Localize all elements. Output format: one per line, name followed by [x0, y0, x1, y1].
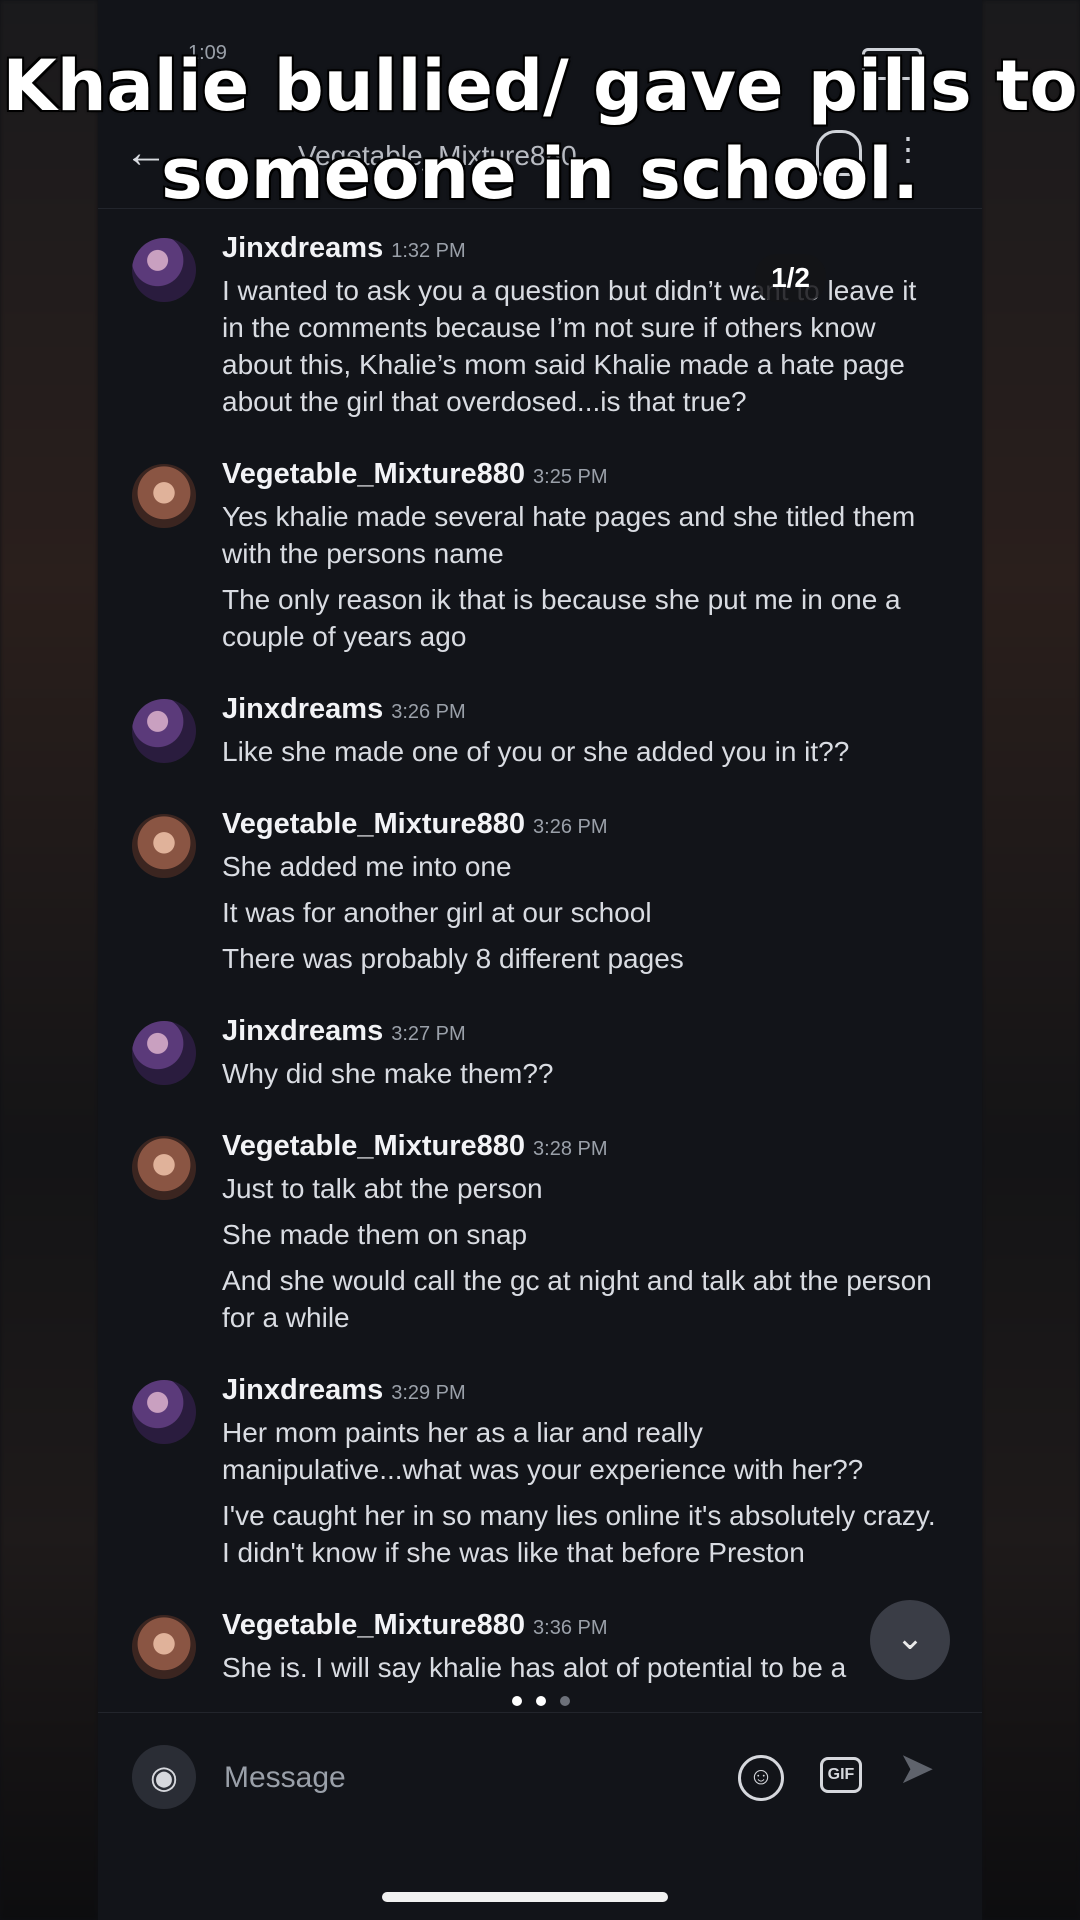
message-group: Jinxdreams 3:27 PM Why did she make them??	[98, 1013, 982, 1092]
home-indicator	[382, 1892, 668, 1902]
gif-icon[interactable]: GIF	[820, 1757, 862, 1793]
username[interactable]: Jinxdreams	[222, 232, 383, 264]
message-group: Vegetable_Mixture880 3:25 PM Yes khalie ma…	[98, 456, 982, 655]
emoji-icon[interactable]: ☺	[738, 1755, 784, 1801]
page-indicator: 1/2	[755, 254, 826, 302]
message-text[interactable]: She is. I will say khalie has alot of po…	[222, 1649, 942, 1686]
username[interactable]: Vegetable_Mixture880	[222, 1609, 525, 1641]
carousel-dots	[466, 1686, 616, 1716]
avatar[interactable]	[132, 1136, 196, 1200]
message-header: Jinxdreams 3:26 PM	[222, 691, 942, 730]
phone-screen: 1:09 ← Vegetable_Mixture880 ⋮ 1/2 Jinxdr…	[98, 0, 982, 1920]
message-time: 3:26 PM	[391, 701, 466, 723]
username[interactable]: Jinxdreams	[222, 1015, 383, 1047]
avatar[interactable]	[132, 464, 196, 528]
message-text[interactable]: Why did she make them??	[222, 1055, 942, 1092]
message-time: 3:36 PM	[533, 1617, 608, 1639]
avatar[interactable]	[132, 1021, 196, 1085]
avatar[interactable]	[132, 1380, 196, 1444]
message-group: Vegetable_Mixture880 3:28 PM Just to talk …	[98, 1128, 982, 1336]
message-list[interactable]: Jinxdreams 1:32 PM I wanted to ask you a q…	[98, 230, 982, 1710]
send-icon[interactable]: ➤	[898, 1743, 935, 1794]
message-text[interactable]: Like she made one of you or she added yo…	[222, 733, 942, 770]
message-group: Vegetable_Mixture880 3:26 PM She added me …	[98, 806, 982, 977]
message-header: Vegetable_Mixture880 3:36 PM	[222, 1607, 942, 1646]
avatar[interactable]	[132, 238, 196, 302]
message-composer: ◉ ☺ GIF ➤	[98, 1712, 982, 1833]
message-text[interactable]: And she would call the gc at night and t…	[222, 1262, 942, 1336]
avatar[interactable]	[132, 699, 196, 763]
message-text[interactable]: Just to talk abt the person	[222, 1170, 942, 1207]
message-header: Jinxdreams 1:32 PM	[222, 230, 942, 269]
chevron-down-icon[interactable]: ⌄	[870, 1600, 950, 1680]
message-text[interactable]: It was for another girl at our school	[222, 894, 942, 931]
message-input[interactable]	[222, 1753, 706, 1803]
carousel-dot	[560, 1696, 570, 1706]
username[interactable]: Jinxdreams	[222, 693, 383, 725]
message-text[interactable]: The only reason ik that is because she p…	[222, 581, 942, 655]
video-caption: Khalie bullied/ gave pills to someone in…	[2, 45, 1078, 215]
camera-icon[interactable]: ◉	[132, 1745, 196, 1809]
blurred-background-right	[982, 0, 1080, 1920]
message-time: 1:32 PM	[391, 240, 466, 262]
carousel-dot	[512, 1696, 522, 1706]
message-time: 3:26 PM	[533, 816, 608, 838]
message-header: Jinxdreams 3:29 PM	[222, 1372, 942, 1411]
message-header: Vegetable_Mixture880 3:25 PM	[222, 456, 942, 495]
avatar[interactable]	[132, 1615, 196, 1679]
username[interactable]: Vegetable_Mixture880	[222, 808, 525, 840]
message-time: 3:28 PM	[533, 1138, 608, 1160]
message-time: 3:27 PM	[391, 1023, 466, 1045]
username[interactable]: Vegetable_Mixture880	[222, 458, 525, 490]
avatar[interactable]	[132, 814, 196, 878]
message-header: Vegetable_Mixture880 3:28 PM	[222, 1128, 942, 1167]
message-text[interactable]: Her mom paints her as a liar and really …	[222, 1414, 942, 1488]
username[interactable]: Vegetable_Mixture880	[222, 1130, 525, 1162]
message-header: Jinxdreams 3:27 PM	[222, 1013, 942, 1052]
message-group: Vegetable_Mixture880 3:36 PM She is. I wil…	[98, 1607, 982, 1686]
message-time: 3:29 PM	[391, 1382, 466, 1404]
message-text[interactable]: She made them on snap	[222, 1216, 942, 1253]
message-group: Jinxdreams 3:29 PM Her mom paints her as a…	[98, 1372, 982, 1571]
message-text[interactable]: I've caught her in so many lies online i…	[222, 1497, 942, 1571]
message-text[interactable]: I wanted to ask you a question but didn’…	[222, 272, 942, 420]
message-text[interactable]: There was probably 8 different pages	[222, 940, 942, 977]
message-text[interactable]: She added me into one	[222, 848, 942, 885]
message-time: 3:25 PM	[533, 466, 608, 488]
message-text[interactable]: Yes khalie made several hate pages and s…	[222, 498, 942, 572]
message-group: Jinxdreams 1:32 PM I wanted to ask you a q…	[98, 230, 982, 420]
username[interactable]: Jinxdreams	[222, 1374, 383, 1406]
message-group: Jinxdreams 3:26 PM Like she made one of yo…	[98, 691, 982, 770]
message-header: Vegetable_Mixture880 3:26 PM	[222, 806, 942, 845]
carousel-dot	[536, 1696, 546, 1706]
blurred-background-left	[0, 0, 98, 1920]
